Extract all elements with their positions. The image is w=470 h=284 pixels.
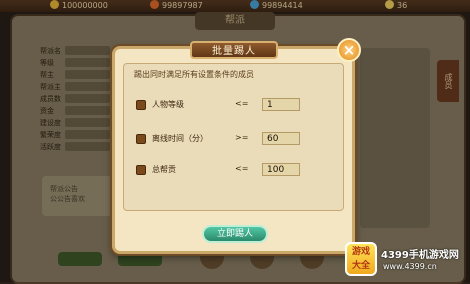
condition-label: 人物等级 xyxy=(152,100,184,109)
watermark-name: 4399手机游戏网 xyxy=(381,250,459,261)
condition-panel: 踢出同时满足所有设置条件的成员 人物等级 <= 1 离线时间（分） >= 60 … xyxy=(123,63,344,211)
contribution-input[interactable]: 100 xyxy=(262,163,300,176)
condition-hint: 踢出同时满足所有设置条件的成员 xyxy=(134,70,254,79)
offline-time-checkbox[interactable] xyxy=(136,134,146,144)
close-icon[interactable]: × xyxy=(337,38,361,62)
condition-label: 离线时间（分） xyxy=(152,134,208,143)
condition-operator: <= xyxy=(235,99,249,108)
site-watermark: 游戏 大全 4399手机游戏网 www.4399.cn xyxy=(345,240,469,280)
watermark-logo: 游戏 大全 xyxy=(345,242,377,276)
condition-row-contribution: 总帮贡 <= 100 xyxy=(130,163,335,177)
condition-operator: <= xyxy=(235,164,249,173)
condition-row-level: 人物等级 <= 1 xyxy=(130,98,335,112)
dialog-title: 批量踢人 xyxy=(190,41,278,59)
offline-time-input[interactable]: 60 xyxy=(262,132,300,145)
condition-row-offline: 离线时间（分） >= 60 xyxy=(130,132,335,146)
condition-operator: >= xyxy=(235,133,249,142)
level-checkbox[interactable] xyxy=(136,100,146,110)
kick-now-button[interactable]: 立即踢人 xyxy=(202,225,268,243)
contribution-checkbox[interactable] xyxy=(136,165,146,175)
batch-kick-dialog: 批量踢人 × 踢出同时满足所有设置条件的成员 人物等级 <= 1 离线时间（分）… xyxy=(112,38,361,254)
watermark-url: www.4399.cn xyxy=(383,262,437,271)
level-input[interactable]: 1 xyxy=(262,98,300,111)
condition-label: 总帮贡 xyxy=(152,165,176,174)
